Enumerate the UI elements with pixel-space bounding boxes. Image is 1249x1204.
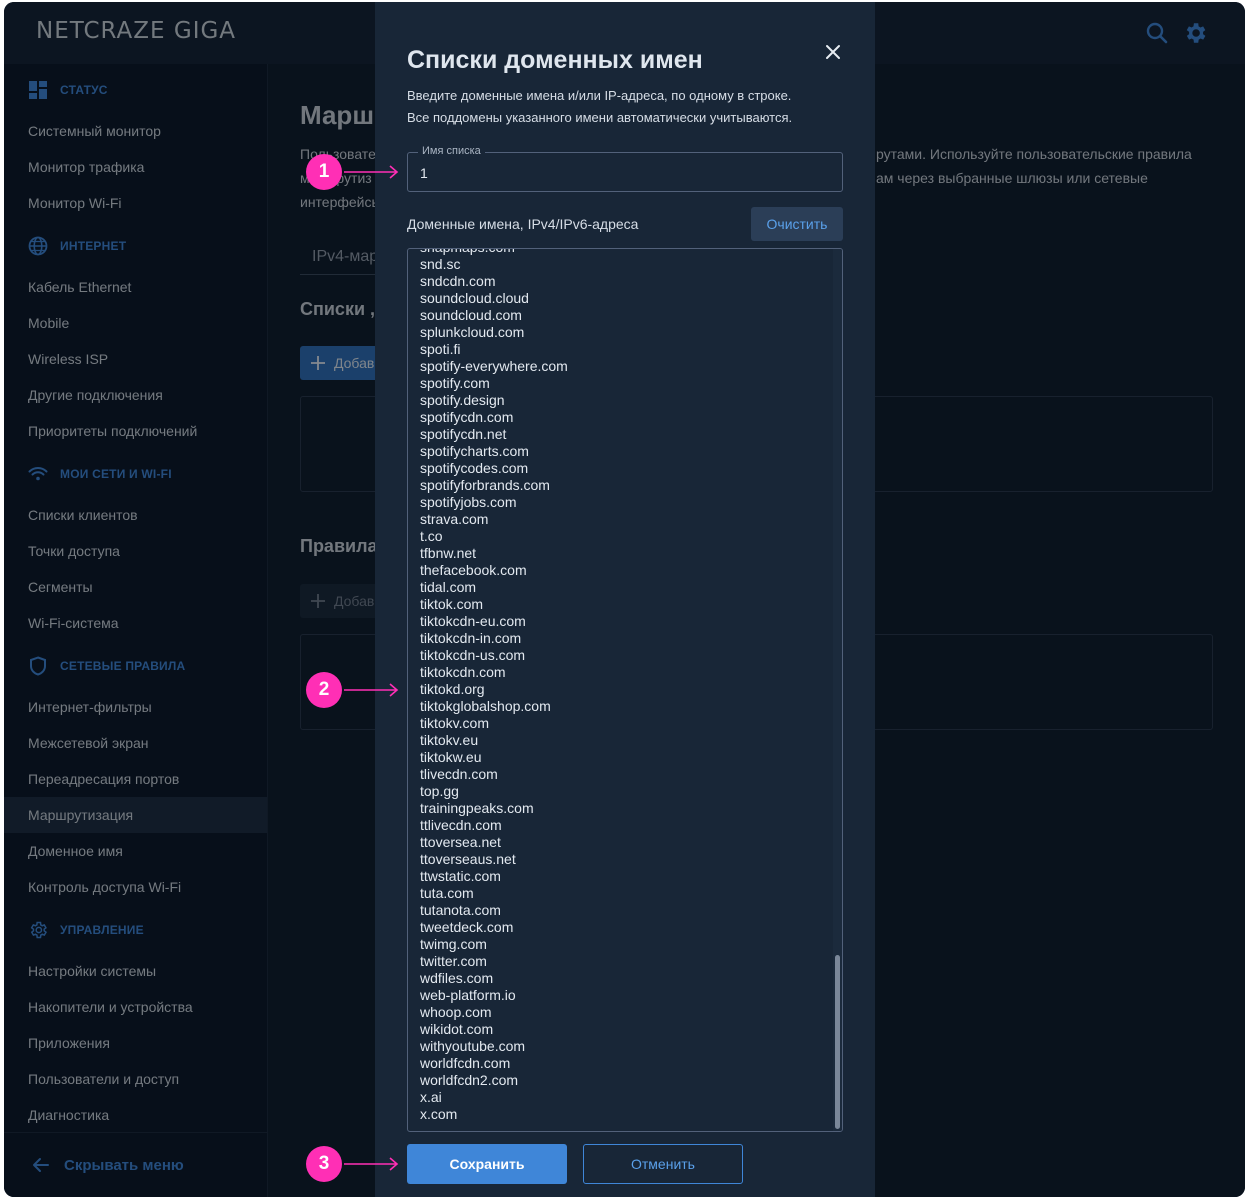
annotation-marker-1: 1: [306, 154, 342, 190]
domain-entry: spotifycharts.com: [420, 443, 529, 459]
domain-entry: t.co: [420, 528, 443, 544]
annotation-arrow-2: [344, 683, 399, 697]
domain-entry: top.gg: [420, 783, 459, 799]
domain-entry: spotifycdn.net: [420, 426, 507, 442]
domain-entry: soundcloud.cloud: [420, 290, 529, 306]
domain-entry: tuta.com: [420, 885, 474, 901]
list-name-label: Имя списка: [418, 145, 485, 157]
domains-label: Доменные имена, IPv4/IPv6-адреса: [407, 216, 639, 232]
domain-entry: tiktokcdn.com: [420, 664, 506, 680]
domain-entry: spotify.design: [420, 392, 505, 408]
app-window: NETCRAZE GIGA СТАТУС Системный монитор М…: [4, 2, 1245, 1197]
save-button[interactable]: Сохранить: [407, 1144, 567, 1184]
domain-entry: x.com: [420, 1106, 458, 1122]
domain-lists-dialog: Списки доменных имен Введите доменные им…: [375, 2, 875, 1197]
annotation-arrow-1: [344, 165, 399, 179]
scrollbar[interactable]: [833, 249, 842, 1131]
dialog-description-1: Введите доменные имена и/или IP-адреса, …: [407, 88, 792, 103]
domain-entry: trainingpeaks.com: [420, 800, 534, 816]
domain-list: snapmaps.comsnd.scsndcdn.comsoundcloud.c…: [420, 249, 568, 1123]
domain-entry: whoop.com: [420, 1004, 492, 1020]
scrollbar-thumb[interactable]: [835, 955, 840, 1129]
domain-entry: worldfcdn2.com: [420, 1072, 519, 1088]
dialog-title: Списки доменных имен: [407, 46, 703, 74]
domain-entry: wdfiles.com: [420, 970, 494, 986]
domain-entry: tfbnw.net: [420, 545, 477, 561]
annotation-arrow-3: [344, 1157, 399, 1171]
list-name-value: 1: [420, 165, 428, 181]
domain-entry: tiktokw.eu: [420, 749, 482, 765]
domain-entry: x.ai: [420, 1089, 442, 1105]
annotation-marker-2: 2: [306, 672, 342, 708]
domain-entry: tweetdeck.com: [420, 919, 514, 935]
domain-entry: tiktokd.org: [420, 681, 485, 697]
domain-entry: wikidot.com: [420, 1021, 494, 1037]
domain-entry: tiktokcdn-us.com: [420, 647, 526, 663]
domain-entry: tiktokv.eu: [420, 732, 479, 748]
domain-entry: twitter.com: [420, 953, 487, 969]
domain-entry: snd.sc: [420, 256, 461, 272]
domain-entry: tiktokglobalshop.com: [420, 698, 551, 714]
domain-entry: spotifyjobs.com: [420, 494, 517, 510]
domain-entry: tiktokcdn-in.com: [420, 630, 522, 646]
domain-entry: ttoversea.net: [420, 834, 501, 850]
domain-entry: snapmaps.com: [420, 249, 568, 256]
domain-entry: spotify-everywhere.com: [420, 358, 568, 374]
domain-entry: tiktokv.com: [420, 715, 489, 731]
domain-entry: withyoutube.com: [420, 1038, 526, 1054]
domain-entry: thefacebook.com: [420, 562, 527, 578]
domain-entry: spotifyforbrands.com: [420, 477, 550, 493]
domain-entry: spoti.fi: [420, 341, 461, 357]
domain-entry: splunkcloud.com: [420, 324, 525, 340]
domain-entry: worldfcdn.com: [420, 1055, 511, 1071]
domain-entry: tiktokcdn-eu.com: [420, 613, 526, 629]
domain-entry: web-platform.io: [420, 987, 516, 1003]
domain-entry: twimg.com: [420, 936, 487, 952]
domain-entry: spotifycdn.com: [420, 409, 514, 425]
domain-entry: spotify.com: [420, 375, 490, 391]
close-icon[interactable]: [823, 42, 843, 62]
cancel-button[interactable]: Отменить: [583, 1144, 743, 1184]
annotation-marker-3: 3: [306, 1146, 342, 1182]
list-name-input[interactable]: Имя списка 1: [407, 145, 843, 192]
domain-entry: tiktok.com: [420, 596, 484, 612]
domain-entry: soundcloud.com: [420, 307, 522, 323]
clear-button[interactable]: Очистить: [751, 207, 843, 241]
domain-entry: ttwstatic.com: [420, 868, 501, 884]
domain-entry: tlivecdn.com: [420, 766, 498, 782]
domain-entry: tidal.com: [420, 579, 477, 595]
domain-entry: ttlivecdn.com: [420, 817, 502, 833]
domain-entry: sndcdn.com: [420, 273, 496, 289]
dialog-description-2: Все поддомены указанного имени автоматич…: [407, 110, 793, 125]
domain-entry: tutanota.com: [420, 902, 501, 918]
domain-entry: strava.com: [420, 511, 489, 527]
domains-textarea[interactable]: snapmaps.comsnd.scsndcdn.comsoundcloud.c…: [407, 248, 843, 1132]
domain-entry: ttoverseaus.net: [420, 851, 516, 867]
domain-entry: spotifycodes.com: [420, 460, 529, 476]
